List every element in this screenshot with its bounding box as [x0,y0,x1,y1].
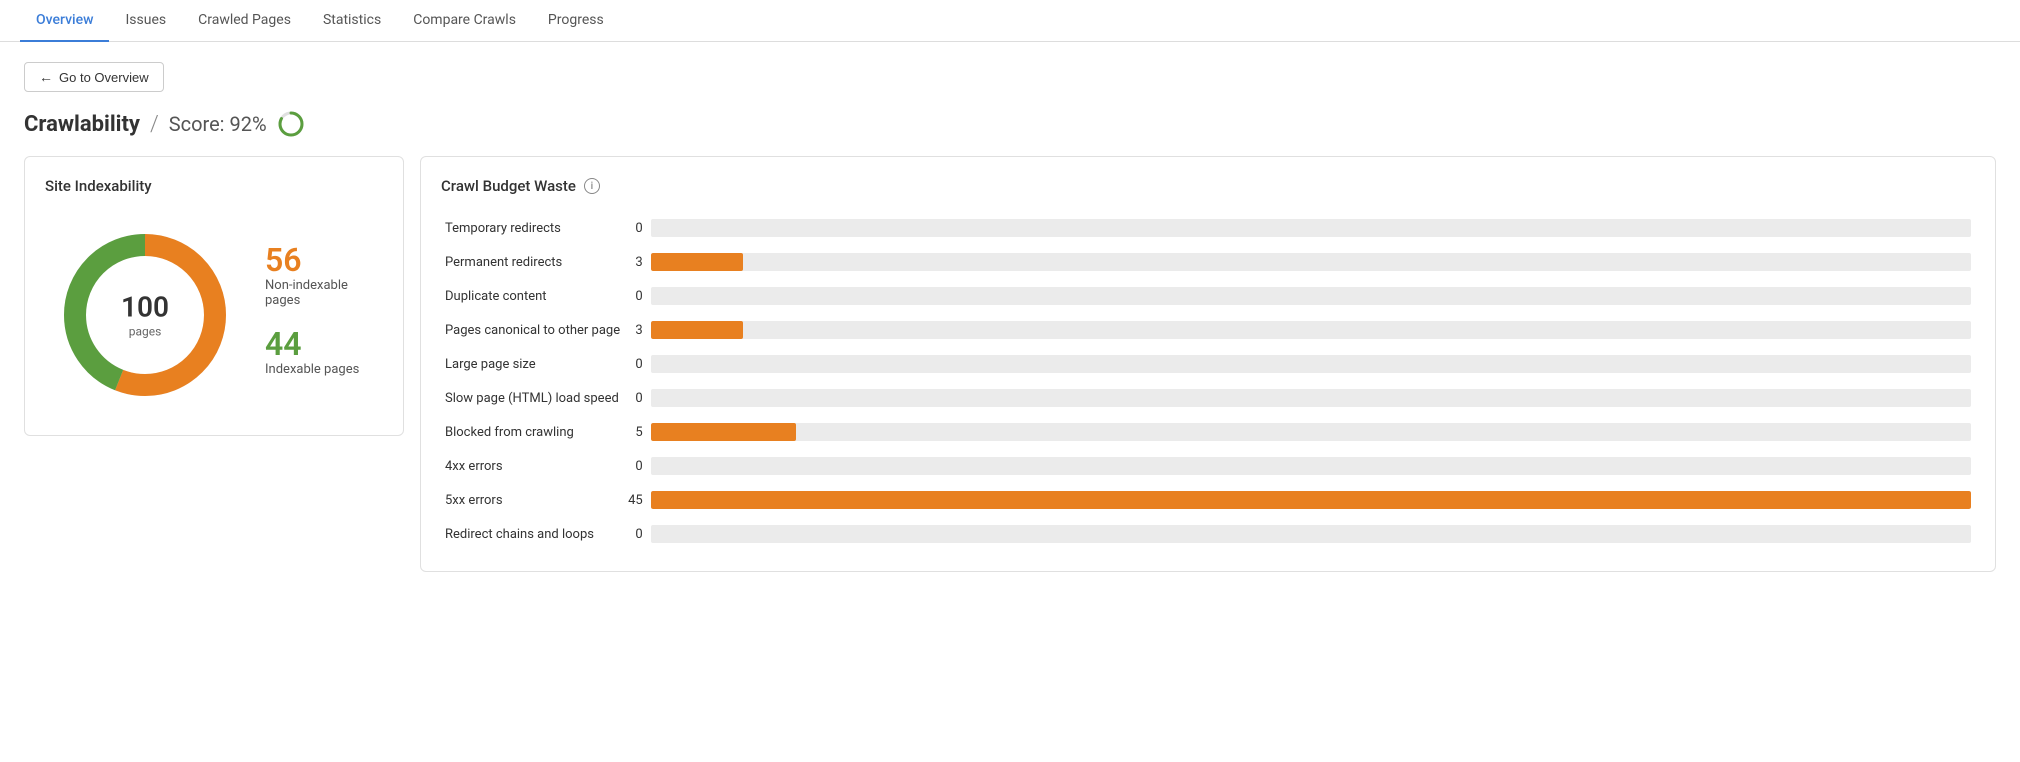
indexable-label: Indexable pages [265,362,373,377]
budget-row-label: Blocked from crawling [441,415,624,449]
indexable-stat: 44 Indexable pages [265,328,373,387]
budget-row-value: 45 [624,483,647,517]
title-score: Score: 92% [169,112,267,136]
budget-bar-fill [651,321,743,339]
budget-bar-fill [651,423,796,441]
donut-chart: 100 pages [55,225,235,405]
crawl-budget-title: Crawl Budget Waste i [441,177,1975,195]
budget-bar-cell [647,211,1975,245]
tab-progress[interactable]: Progress [532,0,620,42]
budget-bar-track [651,525,1971,543]
budget-row-value: 3 [624,245,647,279]
budget-row-value: 0 [624,211,647,245]
donut-total-number: 100 [121,291,169,324]
non-indexable-stat: 56 Non-indexable pages [265,244,373,318]
tab-statistics[interactable]: Statistics [307,0,397,42]
budget-row-value: 0 [624,347,647,381]
budget-bar-cell [647,483,1975,517]
back-to-overview-button[interactable]: ← Go to Overview [24,62,164,92]
score-circle-icon [277,110,305,138]
back-arrow-icon: ← [39,69,53,85]
budget-bar-track [651,253,1971,271]
cards-container: Site Indexability [24,156,1996,572]
indexability-body: 100 pages 56 Non-indexable pages 44 Inde… [45,215,383,415]
site-indexability-title: Site Indexability [45,177,383,195]
non-indexable-label: Non-indexable pages [265,278,373,308]
budget-bar-track [651,321,1971,339]
budget-row: 5xx errors45 [441,483,1975,517]
budget-row-value: 0 [624,279,647,313]
budget-bar-cell [647,517,1975,551]
budget-row: Permanent redirects3 [441,245,1975,279]
budget-row-label: Pages canonical to other page [441,313,624,347]
budget-row: Redirect chains and loops0 [441,517,1975,551]
budget-bar-cell [647,347,1975,381]
info-icon[interactable]: i [584,178,600,194]
nav-tabs: Overview Issues Crawled Pages Statistics… [0,0,2020,42]
budget-bar-track [651,423,1971,441]
budget-row-value: 0 [624,381,647,415]
budget-row-label: Permanent redirects [441,245,624,279]
budget-row: Slow page (HTML) load speed0 [441,381,1975,415]
page-title-main: Crawlability [24,112,140,137]
budget-row-value: 0 [624,449,647,483]
budget-row-label: Redirect chains and loops [441,517,624,551]
tab-issues[interactable]: Issues [109,0,182,42]
budget-bar-fill [651,491,1971,509]
budget-table: Temporary redirects0Permanent redirects3… [441,211,1975,551]
budget-row: Temporary redirects0 [441,211,1975,245]
budget-bar-cell [647,449,1975,483]
budget-row-label: Slow page (HTML) load speed [441,381,624,415]
page-title: Crawlability / Score: 92% [24,110,1996,138]
donut-pages-label: pages [129,325,162,339]
budget-row: Duplicate content0 [441,279,1975,313]
budget-bar-track [651,355,1971,373]
tab-crawled-pages[interactable]: Crawled Pages [182,0,307,42]
indexable-count: 44 [265,328,373,360]
budget-bar-cell [647,279,1975,313]
back-button-label: Go to Overview [59,70,149,85]
budget-bar-cell [647,313,1975,347]
budget-bar-track [651,287,1971,305]
budget-row-value: 5 [624,415,647,449]
budget-bar-track [651,457,1971,475]
tab-compare-crawls[interactable]: Compare Crawls [397,0,532,42]
budget-bar-cell [647,415,1975,449]
budget-row: Blocked from crawling5 [441,415,1975,449]
site-indexability-card: Site Indexability [24,156,404,436]
budget-bar-cell [647,381,1975,415]
indexability-stats: 56 Non-indexable pages 44 Indexable page… [265,244,373,387]
crawl-budget-title-text: Crawl Budget Waste [441,177,576,195]
budget-row: Pages canonical to other page3 [441,313,1975,347]
donut-center: 100 pages [121,291,169,340]
budget-row: Large page size0 [441,347,1975,381]
budget-row-value: 0 [624,517,647,551]
budget-row-label: Temporary redirects [441,211,624,245]
crawl-budget-card: Crawl Budget Waste i Temporary redirects… [420,156,1996,572]
budget-bar-track [651,389,1971,407]
budget-row-label: 5xx errors [441,483,624,517]
budget-bar-track [651,491,1971,509]
budget-bar-cell [647,245,1975,279]
budget-row: 4xx errors0 [441,449,1975,483]
non-indexable-count: 56 [265,244,373,276]
budget-bar-fill [651,253,743,271]
budget-row-label: Large page size [441,347,624,381]
main-content: ← Go to Overview Crawlability / Score: 9… [0,42,2020,592]
budget-bar-track [651,219,1971,237]
budget-row-label: Duplicate content [441,279,624,313]
budget-row-label: 4xx errors [441,449,624,483]
title-slash: / [150,112,159,137]
tab-overview[interactable]: Overview [20,0,109,42]
budget-row-value: 3 [624,313,647,347]
